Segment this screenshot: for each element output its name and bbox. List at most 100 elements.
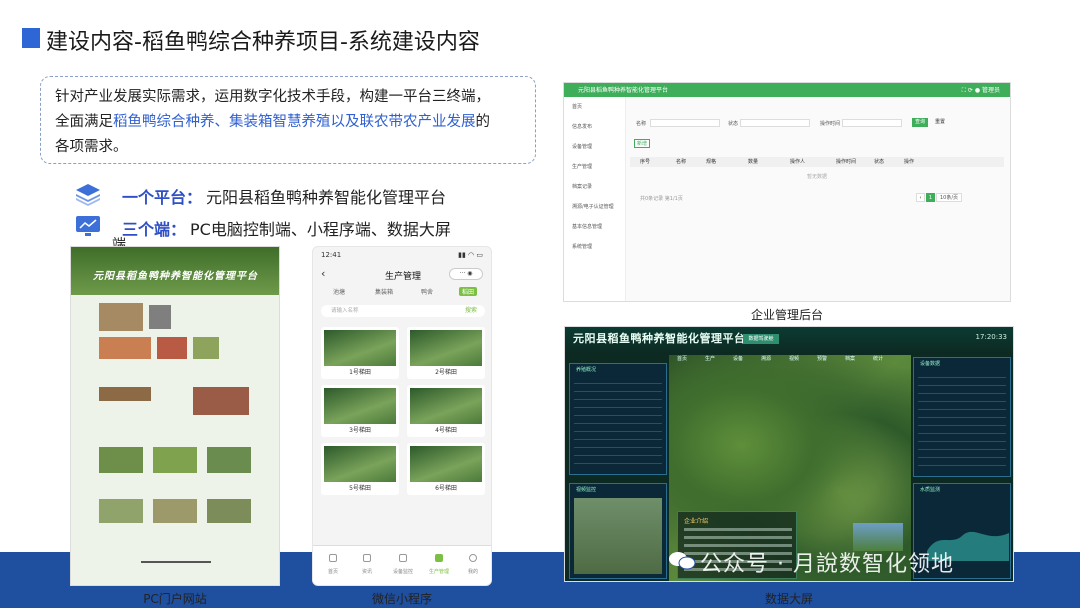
mp-field-card[interactable]: 1号梯田 [321, 327, 399, 379]
table-footer: 共0条记录 第1/1页 [640, 196, 683, 202]
filter-status-select[interactable] [740, 119, 810, 127]
pc-footer-line [141, 561, 211, 563]
column-header: 操作 [904, 159, 915, 165]
pc-gallery-image [153, 499, 197, 523]
panel-title: 养殖概况 [576, 367, 597, 373]
pc-hero-title: 元阳县稻鱼鸭种养智能化管理平台 [93, 271, 258, 282]
pc-gallery-image [99, 499, 143, 523]
right-data-panel: 设备数据 [913, 357, 1011, 477]
sidebar-item[interactable]: 系统管理 [572, 243, 592, 250]
desc-line-2: 全面满足稻鱼鸭综合种养、集装箱智慧养殖以及联农带农产业发展的 [55, 110, 521, 135]
pc-caption: PC门户网站 [143, 592, 207, 606]
user-icon [469, 554, 477, 562]
mp-tabbar: 首页 资讯 设备监控 生产管理 我的 [313, 545, 491, 585]
mp-tabbar-item[interactable]: 设备监控 [388, 568, 418, 575]
pc-gallery-image [207, 447, 251, 473]
mp-search-button[interactable]: 搜索 [465, 305, 477, 317]
dashboard-nav[interactable]: 溯源 [761, 355, 771, 362]
sidebar-item[interactable]: 信息发布 [572, 123, 592, 130]
filter-date-input[interactable] [842, 119, 902, 127]
desc-highlight: 稻鱼鸭综合种养、集装箱智慧养殖以及联农带农产业发展 [113, 114, 476, 130]
mp-tabbar-item[interactable]: 我的 [458, 568, 488, 575]
table-header [630, 157, 1004, 167]
pc-section-image [99, 387, 151, 401]
sidebar-item[interactable]: 设备管理 [572, 143, 592, 150]
dashboard-nav[interactable]: 生产 [705, 355, 715, 362]
page-title: 建设内容-稻鱼鸭综合种养项目-系统建设内容 [46, 30, 480, 55]
pc-gallery-image [153, 447, 197, 473]
column-header: 序号 [640, 159, 651, 165]
panel-title: 视频监控 [576, 487, 597, 493]
page-current[interactable]: 1 [926, 193, 935, 202]
filter-label: 操作时间 [820, 121, 841, 127]
mini-caption: 微信小程序 [371, 592, 432, 606]
wechat-icon [669, 552, 696, 570]
news-icon [363, 554, 371, 562]
sidebar-item-home[interactable]: 首页 [572, 103, 582, 110]
sidebar-item[interactable]: 档案记录 [572, 183, 592, 190]
panel-title: 水质监测 [920, 487, 941, 493]
description-box: 针对产业发展实际需求，运用数字化技术手段，构建一平台三终端， 全面满足稻鱼鸭综合… [40, 76, 536, 164]
pc-product-image [99, 337, 151, 359]
desc-line-2-b: 的 [475, 114, 491, 130]
search-button[interactable]: 查询 [912, 118, 928, 127]
mp-tabbar-item[interactable]: 首页 [318, 568, 348, 575]
dashboard-nav[interactable]: 设备 [733, 355, 743, 362]
intro-card-title: 企业介绍 [684, 518, 709, 525]
table-empty: 暂无数据 [806, 174, 827, 180]
column-header: 操作时间 [836, 159, 857, 165]
dashboard-caption: 数据大屏 [764, 592, 813, 606]
terminals-item: 三个端： PC电脑控制端、小程序端、数据大屏 [74, 216, 451, 240]
platform-text: 元阳县稻鱼鸭种养智能化管理平台 [206, 188, 447, 207]
admin-screenshot: 元阳县稻鱼鸭种养智能化管理平台 ⛶ ⟳ ● 管理员 首页 信息发布 设备管理 生… [563, 82, 1011, 302]
dashboard-nav[interactable]: 统计 [873, 355, 883, 362]
slide: 建设内容-稻鱼鸭综合种养项目-系统建设内容 针对产业发展实际需求，运用数字化技术… [0, 0, 1080, 608]
mp-field-card[interactable]: 2号梯田 [407, 327, 485, 379]
dashboard-nav[interactable]: 首页 [677, 355, 687, 362]
filter-name-input[interactable] [650, 119, 720, 127]
dashboard-chip[interactable]: 数据驾驶舱 [743, 334, 779, 344]
pc-section-image [193, 387, 249, 415]
mp-capsule-button[interactable]: ··· ◉ [449, 268, 483, 280]
dashboard-nav[interactable]: 档案 [845, 355, 855, 362]
sidebar-item[interactable]: 基本信息管理 [572, 223, 602, 230]
mp-tabbar-item-active[interactable]: 生产管理 [424, 568, 454, 575]
platform-label: 一个平台： [122, 188, 203, 207]
sidebar-item[interactable]: 溯源/电子认证管理 [572, 203, 614, 210]
mp-tab-active[interactable]: 稻田 [459, 287, 478, 296]
page-prev[interactable]: ‹ [916, 193, 925, 202]
dashboard-screenshot: 元阳县稻鱼鸭种养智能化管理平台 数据驾驶舱 17:20:33 首页 生产 设备 … [564, 326, 1014, 582]
mp-tabbar-item[interactable]: 资讯 [352, 568, 382, 575]
video-panel: 视频监控 [569, 483, 667, 579]
dashboard-title: 元阳县稻鱼鸭种养智能化管理平台 [573, 332, 746, 345]
mp-tab[interactable]: 集装箱 [375, 287, 393, 296]
admin-caption: 企业管理后台 [750, 308, 823, 322]
mp-field-card[interactable]: 3号梯田 [321, 385, 399, 437]
column-header: 数量 [748, 159, 759, 165]
mp-tab[interactable]: 鸭舍 [421, 287, 433, 296]
mp-status-time: 12:41 [321, 251, 342, 259]
pc-news-image [99, 303, 143, 331]
mp-tab[interactable]: 池塘 [333, 287, 345, 296]
sidebar-item[interactable]: 生产管理 [572, 163, 592, 170]
terminals-label: 三个端： [122, 220, 187, 239]
add-button[interactable]: 新增 [634, 139, 650, 148]
admin-user[interactable]: ⛶ ⟳ ● 管理员 [962, 85, 1000, 95]
mp-search-input[interactable]: 请输入名称 [321, 305, 485, 317]
production-icon [435, 554, 443, 562]
pc-news-image [149, 305, 171, 329]
reset-button[interactable]: 重置 [932, 118, 948, 127]
dashboard-time: 17:20:33 [975, 333, 1007, 341]
mp-field-card[interactable]: 6号梯田 [407, 443, 485, 495]
pc-portal-screenshot: 元阳县稻鱼鸭种养智能化管理平台 [70, 246, 280, 586]
mp-field-card[interactable]: 4号梯田 [407, 385, 485, 437]
pc-product-image [157, 337, 187, 359]
dashboard-nav[interactable]: 视频 [789, 355, 799, 362]
device-icon [399, 554, 407, 562]
per-page-select[interactable]: 10条/页 [936, 193, 962, 202]
dashboard-nav[interactable]: 预警 [817, 355, 827, 362]
mp-field-card[interactable]: 5号梯田 [321, 443, 399, 495]
desc-line-2-a: 全面满足 [55, 114, 113, 130]
pc-gallery-image [99, 447, 143, 473]
admin-sidebar: 首页 信息发布 设备管理 生产管理 档案记录 溯源/电子认证管理 基本信息管理 … [564, 97, 626, 301]
